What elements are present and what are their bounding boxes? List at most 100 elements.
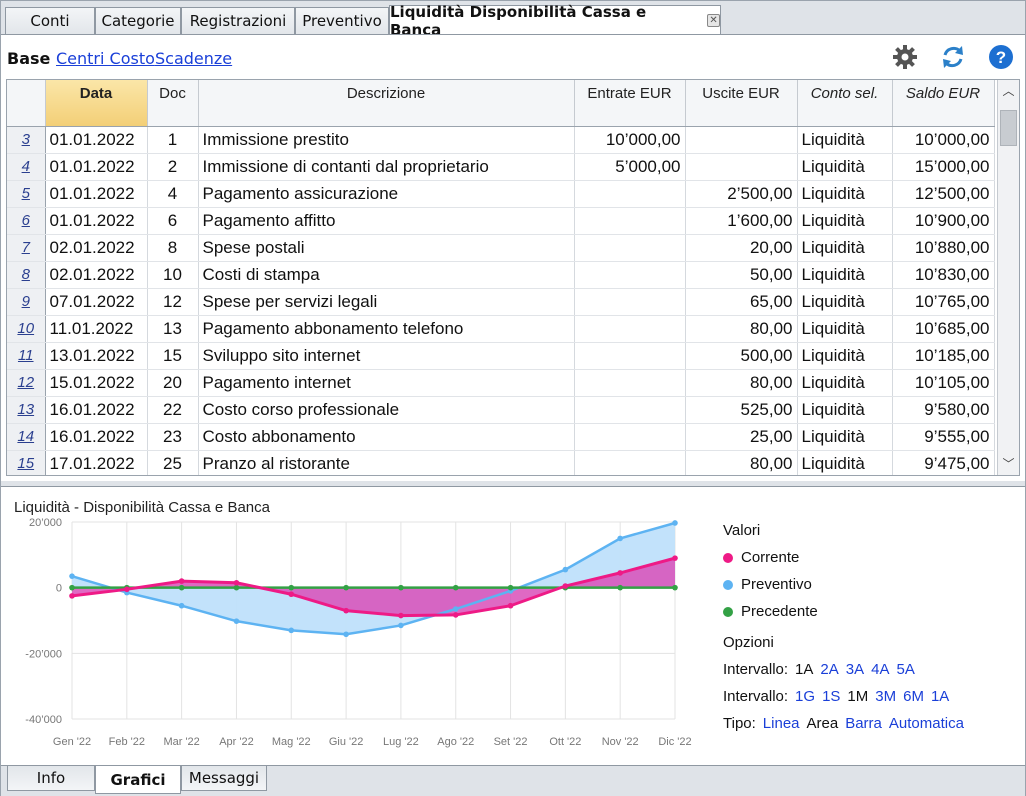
cell-entrate[interactable] [574, 315, 686, 343]
cell-conto[interactable]: Liquidità [797, 180, 893, 208]
point-precedente[interactable] [452, 584, 459, 591]
table-row[interactable]: 6 01.01.2022 6 Pagamento affitto 1’600,00 Liq… [7, 207, 995, 235]
cell-doc[interactable]: 23 [147, 423, 199, 451]
option-intervallo1-2[interactable]: 3A [846, 661, 864, 678]
cell-saldo[interactable]: 10’185,00 [892, 342, 995, 370]
cell-doc[interactable]: 10 [147, 261, 199, 289]
cell-desc[interactable]: Pagamento abbonamento telefono [198, 315, 575, 343]
cell-data[interactable]: 02.01.2022 [45, 261, 148, 289]
table-row[interactable]: 15 17.01.2022 25 Pranzo al ristorante 80,00 L… [7, 450, 995, 475]
point-corrente[interactable] [288, 591, 295, 598]
cell-desc[interactable]: Costi di stampa [198, 261, 575, 289]
cell-data[interactable]: 16.01.2022 [45, 396, 148, 424]
header-saldo[interactable]: Saldo EUR [892, 80, 995, 127]
cell-data[interactable]: 11.01.2022 [45, 315, 148, 343]
tab-liquidita[interactable]: Liquidità Disponibilità Cassa e Banca ✕ [389, 3, 721, 39]
cell-saldo[interactable]: 10’000,00 [892, 126, 995, 154]
point-corrente[interactable] [124, 586, 130, 593]
cell-n[interactable]: 9 [7, 288, 46, 316]
point-corrente[interactable] [69, 593, 75, 599]
option-intervallo2-1[interactable]: 1S [822, 688, 840, 705]
option-intervallo1-1[interactable]: 2A [820, 661, 838, 678]
cell-data[interactable]: 07.01.2022 [45, 288, 148, 316]
cell-n[interactable]: 10 [7, 315, 46, 343]
point-precedente[interactable] [398, 584, 404, 591]
cell-doc[interactable]: 15 [147, 342, 199, 370]
option-tipo-0[interactable]: Linea [763, 715, 800, 732]
point-corrente[interactable] [343, 607, 349, 614]
header-uscite[interactable]: Uscite EUR [685, 80, 798, 127]
tab-categorie[interactable]: Categorie [95, 7, 181, 34]
cell-n[interactable]: 11 [7, 342, 46, 370]
cell-data[interactable]: 17.01.2022 [45, 450, 148, 475]
cell-conto[interactable]: Liquidità [797, 153, 893, 181]
point-preventivo[interactable] [617, 535, 623, 542]
point-preventivo[interactable] [562, 566, 569, 573]
cell-conto[interactable]: Liquidità [797, 450, 893, 475]
table-row[interactable]: 11 13.01.2022 15 Sviluppo sito internet 500,… [7, 342, 995, 370]
point-corrente[interactable] [398, 612, 404, 619]
cell-doc[interactable]: 6 [147, 207, 199, 235]
cell-desc[interactable]: Costo abbonamento [198, 423, 575, 451]
cell-entrate[interactable] [574, 342, 686, 370]
cell-entrate[interactable]: 10’000,00 [574, 126, 686, 154]
cell-conto[interactable]: Liquidità [797, 423, 893, 451]
cell-conto[interactable]: Liquidità [797, 369, 893, 397]
table-row[interactable]: 7 02.01.2022 8 Spese postali 20,00 Liquidità 1… [7, 234, 995, 262]
cell-n[interactable]: 3 [7, 126, 46, 154]
cell-saldo[interactable]: 9’580,00 [892, 396, 995, 424]
cell-doc[interactable]: 2 [147, 153, 199, 181]
cell-doc[interactable]: 1 [147, 126, 199, 154]
cell-conto[interactable]: Liquidità [797, 288, 893, 316]
view-base[interactable]: Base [7, 49, 50, 68]
legend-item-precedente[interactable]: Precedente [723, 603, 818, 620]
table-row[interactable]: 4 01.01.2022 2 Immissione di contanti dal p… [7, 153, 995, 181]
point-corrente[interactable] [562, 583, 569, 589]
cell-n[interactable]: 13 [7, 396, 46, 424]
cell-conto[interactable]: Liquidità [797, 207, 893, 235]
cell-uscite[interactable] [685, 126, 798, 154]
view-centri-costo[interactable]: Centri Costo [56, 49, 155, 68]
view-scadenze[interactable]: Scadenze [155, 49, 232, 68]
cell-desc[interactable]: Immissione prestito [198, 126, 575, 154]
point-preventivo[interactable] [288, 627, 295, 634]
cell-saldo[interactable]: 10’880,00 [892, 234, 995, 262]
point-precedente[interactable] [672, 584, 678, 591]
cell-conto[interactable]: Liquidità [797, 396, 893, 424]
option-tipo-2[interactable]: Barra [845, 715, 882, 732]
cell-n[interactable]: 7 [7, 234, 46, 262]
point-preventivo[interactable] [69, 573, 75, 579]
cell-saldo[interactable]: 10’900,00 [892, 207, 995, 235]
cell-uscite[interactable]: 20,00 [685, 234, 798, 262]
table-row[interactable]: 9 07.01.2022 12 Spese per servizi legali 65,… [7, 288, 995, 316]
cell-entrate[interactable] [574, 234, 686, 262]
cell-desc[interactable]: Immissione di contanti dal proprietario [198, 153, 575, 181]
cell-entrate[interactable] [574, 423, 686, 451]
header-entrate[interactable]: Entrate EUR [574, 80, 686, 127]
tab-messaggi[interactable]: Messaggi [181, 766, 267, 791]
chevron-down-icon[interactable]: ﹀ [998, 453, 1019, 475]
vertical-scrollbar[interactable]: ︿ ﹀ [997, 80, 1019, 475]
cell-n[interactable]: 6 [7, 207, 46, 235]
cell-doc[interactable]: 25 [147, 450, 199, 475]
cell-data[interactable]: 01.01.2022 [45, 180, 148, 208]
cell-uscite[interactable]: 1’600,00 [685, 207, 798, 235]
chevron-up-icon[interactable]: ︿ [998, 80, 1019, 102]
cell-saldo[interactable]: 10’830,00 [892, 261, 995, 289]
cell-entrate[interactable] [574, 369, 686, 397]
tab-conti[interactable]: Conti [5, 7, 95, 34]
cell-entrate[interactable] [574, 180, 686, 208]
cell-uscite[interactable]: 65,00 [685, 288, 798, 316]
header-data[interactable]: Data [45, 80, 148, 127]
point-corrente[interactable] [617, 570, 623, 576]
cell-doc[interactable]: 22 [147, 396, 199, 424]
header-conto[interactable]: Conto sel. [797, 80, 893, 127]
option-intervallo2-5[interactable]: 1A [931, 688, 949, 705]
table-row[interactable]: 10 11.01.2022 13 Pagamento abbonamento tele… [7, 315, 995, 343]
help-icon[interactable]: ? [987, 43, 1015, 71]
cell-uscite[interactable] [685, 153, 798, 181]
cell-uscite[interactable]: 80,00 [685, 315, 798, 343]
scrollbar-thumb[interactable] [1000, 110, 1017, 146]
cell-desc[interactable]: Sviluppo sito internet [198, 342, 575, 370]
cell-entrate[interactable] [574, 396, 686, 424]
